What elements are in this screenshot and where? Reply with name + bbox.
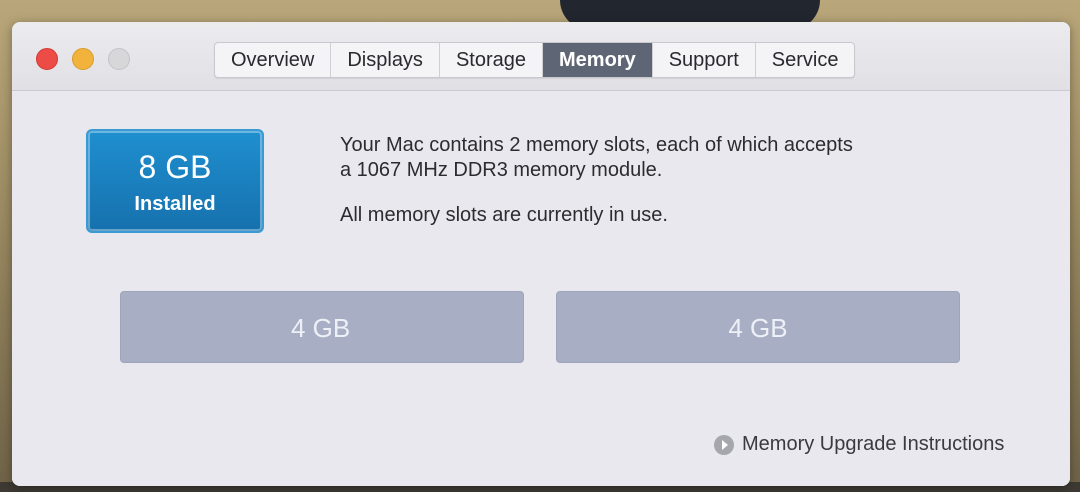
installed-memory-size: 8 GB <box>138 149 212 185</box>
description-line-2: a 1067 MHz DDR3 memory module. <box>340 159 663 181</box>
tab-service[interactable]: Service <box>756 43 855 77</box>
about-this-mac-window: Overview Displays Storage Memory Support… <box>12 22 1070 486</box>
tab-storage[interactable]: Storage <box>440 43 543 77</box>
memory-upgrade-label: Memory Upgrade Instructions <box>742 433 1005 455</box>
slots-in-use-note: All memory slots are currently in use. <box>340 204 668 226</box>
close-button[interactable] <box>36 48 58 70</box>
memory-slot-2: 4 GB <box>556 291 960 363</box>
installed-memory-badge: 8 GB Installed <box>86 129 264 233</box>
arrow-circle-icon <box>714 434 734 455</box>
memory-description: Your Mac contains 2 memory slots, each o… <box>340 133 960 228</box>
minimize-button[interactable] <box>72 48 94 70</box>
tab-memory[interactable]: Memory <box>543 43 653 77</box>
zoom-button[interactable] <box>108 48 130 70</box>
tab-support[interactable]: Support <box>653 43 756 77</box>
tab-overview[interactable]: Overview <box>215 43 332 77</box>
memory-panel: 8 GB Installed Your Mac contains 2 memor… <box>12 91 1070 486</box>
titlebar: Overview Displays Storage Memory Support… <box>12 22 1070 91</box>
memory-slot-1: 4 GB <box>120 291 524 363</box>
tab-displays[interactable]: Displays <box>331 43 440 77</box>
memory-upgrade-link[interactable]: Memory Upgrade Instructions <box>714 433 1004 456</box>
description-line-1: Your Mac contains 2 memory slots, each o… <box>340 134 853 156</box>
tab-bar: Overview Displays Storage Memory Support… <box>214 42 856 78</box>
installed-memory-label: Installed <box>134 193 216 215</box>
